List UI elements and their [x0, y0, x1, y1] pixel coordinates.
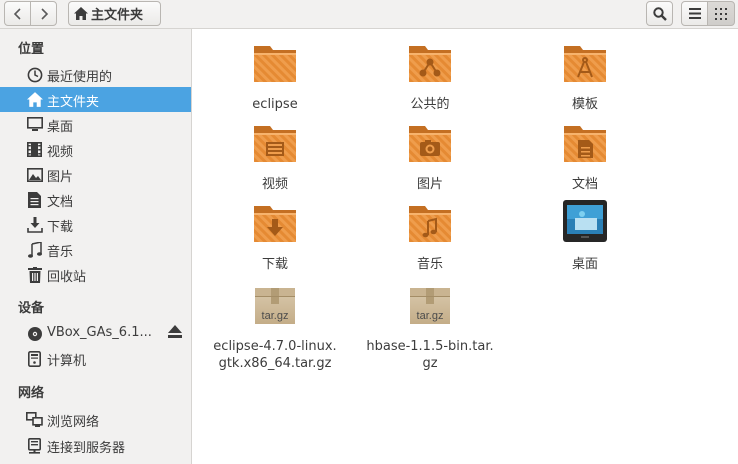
sidebar-item-trash[interactable]: 回收站	[0, 262, 191, 287]
file-name: eclipse-4.7.0-linux. gtk.x86_64.tar.gz	[205, 338, 345, 372]
breadcrumb-label: 主文件夹	[91, 8, 144, 23]
file-name: 视频	[261, 177, 288, 192]
download-icon	[26, 216, 43, 233]
folder-music-icon	[409, 206, 451, 242]
section-devices: 设备	[18, 301, 45, 316]
sidebar-item-computer[interactable]: 计算机	[0, 346, 191, 371]
clock-icon	[26, 66, 43, 83]
sidebar-item-label: 主文件夹	[47, 95, 100, 110]
file-name: 模板	[571, 97, 598, 112]
toolbar: 主文件夹	[0, 0, 738, 29]
sidebar-item-label: 回收站	[47, 270, 87, 285]
server-icon	[26, 437, 43, 454]
sidebar-item-connect-server[interactable]: 连接到服务器	[0, 433, 191, 458]
home-icon	[26, 91, 43, 108]
sidebar-item-label: VBox_GAs_6.1...	[47, 325, 152, 340]
folder-documents-icon	[564, 126, 606, 162]
file-name-line-1: eclipse-4.7.0-linux.	[213, 339, 337, 354]
sidebar-item-label: 音乐	[47, 245, 74, 260]
desktop-icon	[26, 116, 43, 133]
video-icon	[26, 141, 43, 158]
file-name: 公共的	[410, 97, 450, 112]
folder-public-icon	[409, 46, 451, 82]
file-name: 音乐	[416, 257, 443, 272]
list-view-button[interactable]	[681, 1, 708, 26]
music-icon	[26, 241, 43, 258]
file-name: 桌面	[571, 257, 598, 272]
sidebar-item-pictures[interactable]: 图片	[0, 162, 191, 187]
folder-download-icon	[254, 206, 296, 242]
sidebar-item-music[interactable]: 音乐	[0, 237, 191, 262]
sidebar-item-downloads[interactable]: 下载	[0, 212, 191, 237]
archive-icon: tar.gz	[410, 288, 450, 324]
sidebar-item-label: 视频	[47, 145, 74, 160]
computer-icon	[26, 350, 43, 367]
trash-icon	[26, 266, 43, 283]
sidebar-item-label: 浏览网络	[47, 415, 100, 430]
sidebar-item-label: 文档	[47, 195, 74, 210]
sidebar-item-vbox-disc[interactable]: VBox_GAs_6.1...	[0, 321, 191, 346]
grid-view-button[interactable]	[707, 1, 735, 26]
folder-templates-icon	[564, 46, 606, 82]
grid-view-icon	[715, 7, 727, 20]
archive-icon: tar.gz	[255, 288, 295, 324]
archive-badge: tar.gz	[417, 310, 444, 322]
folder-icon	[254, 46, 296, 82]
file-name: eclipse	[252, 97, 298, 112]
sidebar-item-label: 图片	[47, 170, 74, 185]
archive-badge: tar.gz	[262, 310, 289, 322]
back-button[interactable]	[4, 1, 31, 26]
forward-button[interactable]	[30, 1, 57, 26]
document-icon	[26, 191, 43, 208]
sidebar-item-home[interactable]: 主文件夹	[0, 87, 191, 112]
sidebar: 位置 最近使用的 主文件夹 桌面 视频 图片 文档 下载 音乐 回收站 设备 V…	[0, 29, 192, 464]
list-view-icon	[688, 8, 701, 19]
desktop-folder-icon	[563, 200, 607, 242]
folder-pictures-icon	[409, 126, 451, 162]
sidebar-item-documents[interactable]: 文档	[0, 187, 191, 212]
chevron-left-icon	[13, 7, 21, 20]
file-name: 文档	[571, 177, 598, 192]
sidebar-item-label: 下载	[47, 220, 74, 235]
section-places: 位置	[18, 42, 45, 57]
network-icon	[26, 411, 43, 428]
section-network: 网络	[18, 386, 45, 401]
sidebar-item-label: 桌面	[47, 120, 74, 135]
home-icon	[74, 7, 88, 20]
search-button[interactable]	[646, 1, 673, 26]
breadcrumb-home[interactable]: 主文件夹	[68, 1, 161, 26]
chevron-right-icon	[40, 7, 48, 20]
file-name: hbase-1.1.5-bin.tar. gz	[360, 338, 500, 372]
file-name: 图片	[416, 177, 443, 192]
folder-video-icon	[254, 126, 296, 162]
disc-icon	[26, 325, 43, 342]
image-icon	[26, 166, 43, 183]
file-name: 下载	[261, 257, 288, 272]
sidebar-item-label: 最近使用的	[47, 70, 113, 85]
eject-icon[interactable]	[168, 325, 182, 342]
file-name-line-2: gtk.x86_64.tar.gz	[218, 356, 332, 371]
sidebar-item-browse-network[interactable]: 浏览网络	[0, 407, 191, 432]
file-name-line-2: gz	[422, 356, 438, 371]
sidebar-item-label: 计算机	[47, 354, 87, 369]
sidebar-item-recent[interactable]: 最近使用的	[0, 62, 191, 87]
sidebar-item-desktop[interactable]: 桌面	[0, 112, 191, 137]
sidebar-item-label: 连接到服务器	[47, 441, 126, 456]
sidebar-item-videos[interactable]: 视频	[0, 137, 191, 162]
file-name-line-1: hbase-1.1.5-bin.tar.	[366, 339, 494, 354]
search-icon	[652, 6, 667, 21]
